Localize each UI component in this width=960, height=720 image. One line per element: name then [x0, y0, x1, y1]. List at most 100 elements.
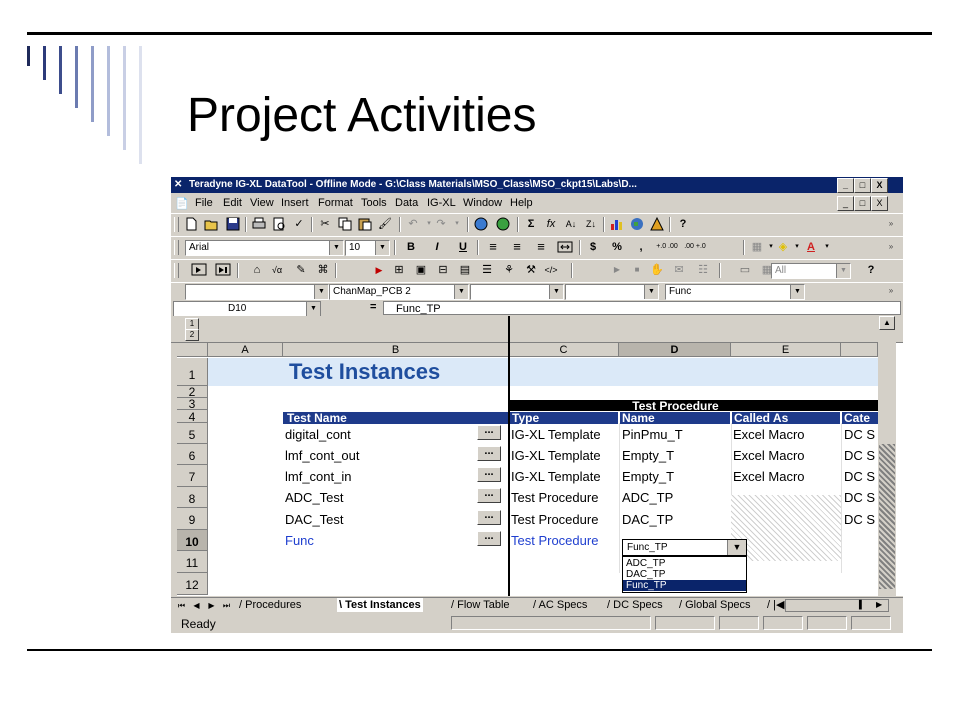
- chevron-down-icon[interactable]: ▼: [727, 540, 746, 555]
- type-cell[interactable]: IG-XL Template: [511, 469, 601, 484]
- outline-level-2-button[interactable]: 2: [185, 329, 199, 341]
- type-cell[interactable]: Test Procedure: [511, 512, 598, 527]
- spelling-icon[interactable]: ✓: [291, 216, 307, 232]
- redo-icon[interactable]: ↷: [433, 216, 449, 232]
- doc-restore-button[interactable]: □: [854, 196, 871, 211]
- row-header[interactable]: 12: [177, 573, 208, 595]
- align-right-icon[interactable]: ≡: [533, 239, 549, 255]
- font-color-dropdown-icon[interactable]: ▾: [819, 239, 835, 255]
- chanmap-select[interactable]: ChanMap_PCB 2 ▼: [329, 284, 469, 300]
- procedure-name-cell[interactable]: Empty_T: [622, 448, 674, 463]
- flow-select[interactable]: Func ▼: [665, 284, 805, 300]
- timing-icon[interactable]: </>: [543, 262, 559, 278]
- doc-close-button[interactable]: X: [871, 196, 888, 211]
- scroll-right-icon[interactable]: ▶: [876, 600, 882, 609]
- pinmap-select[interactable]: ▼: [470, 284, 564, 300]
- horizontal-scrollbar[interactable]: ▐ ▶: [785, 599, 889, 612]
- name-box[interactable]: D10 ▼: [173, 301, 321, 317]
- tab-test-instances[interactable]: \ Test Instances: [337, 598, 423, 612]
- called-as-cell[interactable]: Excel Macro: [733, 448, 805, 463]
- column-header-e[interactable]: E: [731, 343, 841, 357]
- category-cell[interactable]: DC S: [844, 427, 875, 442]
- tools-icon[interactable]: ⚒: [523, 262, 539, 278]
- document-icon[interactable]: 📄: [175, 197, 189, 210]
- column-header-a[interactable]: A: [208, 343, 283, 357]
- select-all-corner[interactable]: [177, 343, 208, 357]
- align-left-icon[interactable]: ≡: [485, 239, 501, 255]
- list-icon[interactable]: ☷: [695, 262, 711, 278]
- row-header[interactable]: 11: [177, 551, 208, 573]
- test-name-cell[interactable]: lmf_cont_in: [285, 469, 351, 484]
- sort-ascending-icon[interactable]: A↓: [563, 216, 579, 232]
- save-icon[interactable]: [225, 216, 241, 232]
- menu-insert[interactable]: Insert: [281, 197, 309, 209]
- sort-descending-icon[interactable]: Z↓: [583, 216, 599, 232]
- dropdown-option[interactable]: DAC_TP: [623, 569, 746, 580]
- prev-sheet-icon[interactable]: ◀: [191, 600, 202, 611]
- more-buttons-icon[interactable]: »: [883, 216, 899, 232]
- column-header-d[interactable]: D: [619, 343, 731, 357]
- help-icon[interactable]: ?: [675, 216, 691, 232]
- tab-dc-specs[interactable]: / DC Specs: [607, 598, 663, 612]
- job-select[interactable]: ▼: [185, 284, 329, 300]
- underline-button[interactable]: U: [455, 239, 471, 255]
- help-icon[interactable]: ?: [863, 262, 879, 278]
- first-sheet-icon[interactable]: ⏮: [176, 600, 187, 611]
- column-header-b[interactable]: B: [283, 343, 509, 357]
- stop-icon[interactable]: ■: [629, 262, 645, 278]
- open-icon[interactable]: [204, 216, 220, 232]
- test-name-cell[interactable]: ADC_Test: [285, 490, 344, 505]
- redo-dropdown-icon[interactable]: ▾: [449, 216, 465, 232]
- doc-minimize-button[interactable]: _: [837, 196, 854, 211]
- column-header-c[interactable]: C: [509, 343, 619, 357]
- chart-wizard-icon[interactable]: [609, 216, 625, 232]
- formula-icon[interactable]: √α: [269, 262, 285, 278]
- scrollbar-track[interactable]: [879, 444, 895, 589]
- print-icon[interactable]: [251, 216, 267, 232]
- browse-button[interactable]: ...: [477, 446, 501, 461]
- stack-icon[interactable]: ☰: [479, 262, 495, 278]
- browse-button[interactable]: ...: [477, 531, 501, 546]
- web-toolbar-icon[interactable]: [495, 216, 511, 232]
- paste-icon[interactable]: [357, 216, 373, 232]
- font-size-select[interactable]: 10 ▼: [345, 240, 390, 256]
- menu-help[interactable]: Help: [510, 197, 533, 209]
- step-play-icon[interactable]: ▶: [609, 262, 625, 278]
- env-select[interactable]: ▼: [565, 284, 659, 300]
- test-name-cell[interactable]: digital_cont: [285, 427, 351, 442]
- category-cell[interactable]: DC S: [844, 512, 875, 527]
- print-preview-icon[interactable]: [271, 216, 287, 232]
- formula-equals[interactable]: =: [370, 301, 376, 313]
- category-cell[interactable]: DC S: [844, 448, 875, 463]
- row-header[interactable]: 8: [177, 487, 208, 508]
- insert-hyperlink-icon[interactable]: [473, 216, 489, 232]
- type-cell[interactable]: Test Procedure: [511, 533, 598, 548]
- vertical-scrollbar[interactable]: ▲: [878, 316, 896, 596]
- procedure-name-cell[interactable]: Empty_T: [622, 469, 674, 484]
- pattern-icon[interactable]: ⊟: [435, 262, 451, 278]
- undo-icon[interactable]: ↶: [405, 216, 421, 232]
- menu-window[interactable]: Window: [463, 197, 502, 209]
- next-sheet-icon[interactable]: ▶: [206, 600, 217, 611]
- pinmap-icon[interactable]: ✎: [293, 262, 309, 278]
- test-name-cell[interactable]: lmf_cont_out: [285, 448, 359, 463]
- row-header[interactable]: 5: [177, 423, 208, 444]
- test-name-cell[interactable]: Func: [285, 533, 314, 548]
- row-header-selected[interactable]: 10: [177, 530, 208, 551]
- instance-icon[interactable]: ▣: [413, 262, 429, 278]
- procedure-name-cell[interactable]: PinPmu_T: [622, 427, 683, 442]
- map-icon[interactable]: [629, 216, 645, 232]
- row-header[interactable]: 7: [177, 465, 208, 487]
- maximize-button[interactable]: □: [854, 178, 871, 193]
- row-header[interactable]: 9: [177, 508, 208, 530]
- menu-format[interactable]: Format: [318, 197, 353, 209]
- merge-center-icon[interactable]: [557, 239, 573, 255]
- test-name-cell[interactable]: DAC_Test: [285, 512, 344, 527]
- menu-tools[interactable]: Tools: [361, 197, 387, 209]
- window-icon[interactable]: ▭: [737, 262, 753, 278]
- dropdown-option[interactable]: ADC_TP: [623, 558, 746, 569]
- row-header[interactable]: 6: [177, 444, 208, 465]
- percent-button[interactable]: %: [609, 239, 625, 255]
- browse-button[interactable]: ...: [477, 467, 501, 482]
- procedure-name-cell[interactable]: ADC_TP: [622, 490, 673, 505]
